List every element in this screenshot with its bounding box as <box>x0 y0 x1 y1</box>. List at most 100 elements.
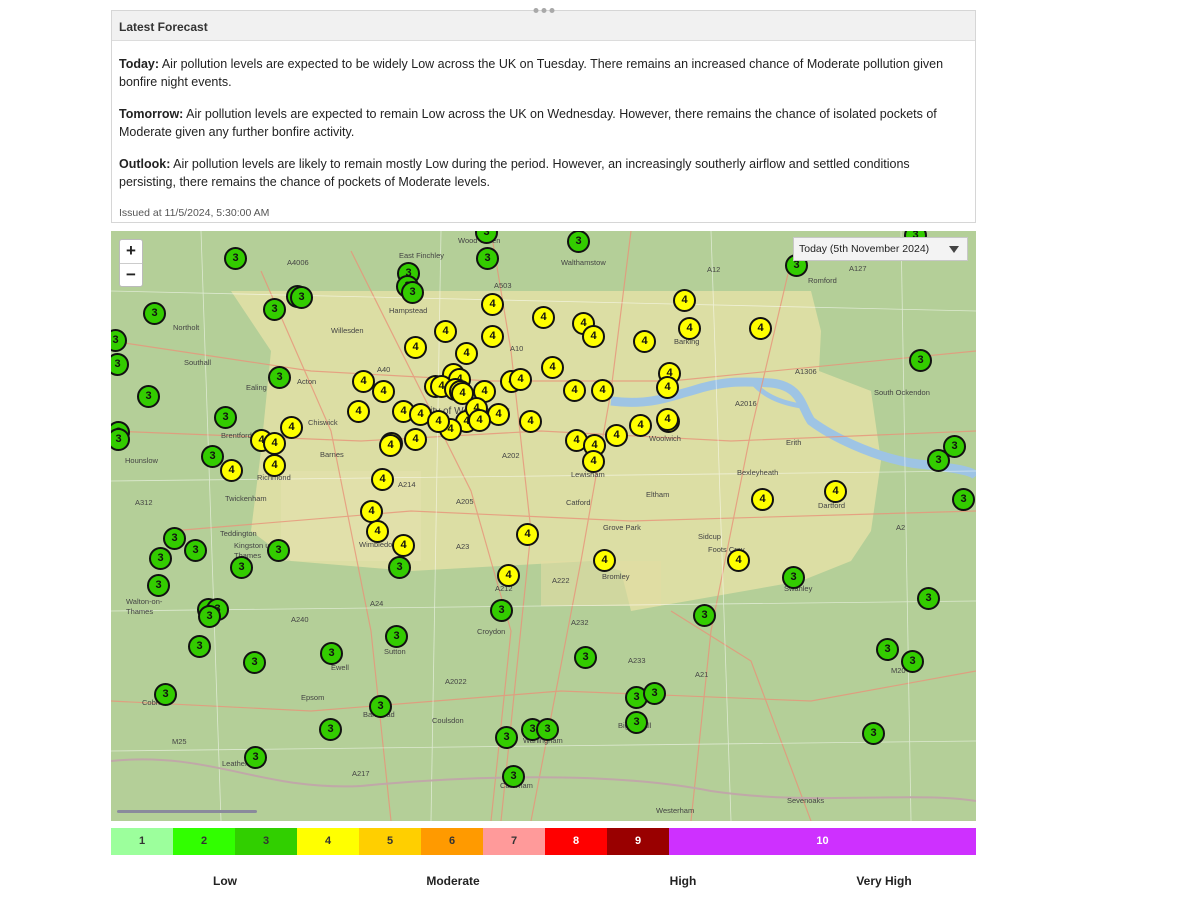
aq-marker[interactable]: 4 <box>347 400 370 423</box>
aq-marker[interactable]: 4 <box>656 408 679 431</box>
aq-marker[interactable]: 4 <box>371 468 394 491</box>
pollution-map[interactable]: East Finchley Wood Green Walthamstow Rom… <box>111 231 976 821</box>
aq-marker[interactable]: 4 <box>220 459 243 482</box>
aq-marker[interactable]: 3 <box>149 547 172 570</box>
aq-marker[interactable]: 4 <box>582 450 605 473</box>
aq-marker[interactable]: 4 <box>727 549 750 572</box>
aq-marker[interactable]: 4 <box>582 325 605 348</box>
aq-marker[interactable]: 3 <box>137 385 160 408</box>
aq-marker[interactable]: 4 <box>455 342 478 365</box>
aq-marker[interactable]: 3 <box>320 642 343 665</box>
aq-marker[interactable]: 4 <box>404 336 427 359</box>
aq-marker[interactable]: 4 <box>497 564 520 587</box>
aq-marker[interactable]: 3 <box>927 449 950 472</box>
aq-marker[interactable]: 4 <box>605 424 628 447</box>
aq-marker[interactable]: 3 <box>143 302 166 325</box>
aq-marker[interactable]: 3 <box>243 651 266 674</box>
aq-marker[interactable]: 3 <box>369 695 392 718</box>
forecast-today: Today: Air pollution levels are expected… <box>119 55 968 91</box>
aq-marker[interactable]: 4 <box>591 379 614 402</box>
map-label-barnes: Barnes <box>320 450 344 459</box>
aq-marker[interactable]: 3 <box>385 625 408 648</box>
aq-marker[interactable]: 4 <box>519 410 542 433</box>
aq-marker[interactable]: 3 <box>214 406 237 429</box>
aq-marker[interactable]: 3 <box>476 247 499 270</box>
aq-marker[interactable]: 3 <box>224 247 247 270</box>
tomorrow-text: Air pollution levels are expected to rem… <box>119 107 937 139</box>
legend-band: 1 <box>111 828 173 855</box>
aq-marker[interactable]: 3 <box>290 286 313 309</box>
aq-marker[interactable]: 4 <box>481 293 504 316</box>
aq-marker[interactable]: 4 <box>673 289 696 312</box>
aq-marker[interactable]: 3 <box>876 638 899 661</box>
aq-marker[interactable]: 4 <box>263 432 286 455</box>
aq-marker[interactable]: 4 <box>749 317 772 340</box>
aq-marker[interactable]: 3 <box>188 635 211 658</box>
aq-marker[interactable]: 4 <box>656 376 679 399</box>
aq-marker[interactable]: 3 <box>909 349 932 372</box>
aq-marker[interactable]: 3 <box>862 722 885 745</box>
aq-marker[interactable]: 3 <box>495 726 518 749</box>
aq-marker[interactable]: 4 <box>516 523 539 546</box>
aq-marker[interactable]: 3 <box>263 298 286 321</box>
map-label-a21: A21 <box>695 670 709 679</box>
aq-marker[interactable]: 4 <box>263 454 286 477</box>
drag-handle[interactable] <box>533 8 554 13</box>
aq-marker[interactable]: 4 <box>824 480 847 503</box>
aq-marker[interactable]: 3 <box>268 366 291 389</box>
aq-marker[interactable]: 3 <box>490 599 513 622</box>
aq-marker[interactable]: 3 <box>154 683 177 706</box>
map-label-grove-park: Grove Park <box>603 523 641 532</box>
pollution-legend: 1 2 3 4 5 6 7 8 9 10 <box>111 828 976 855</box>
map-label-south-ockendon: South Ockendon <box>874 388 930 397</box>
day-select-value: Today (5th November 2024) <box>799 243 930 255</box>
aq-marker[interactable]: 4 <box>392 534 415 557</box>
map-scrollbar[interactable] <box>117 810 257 813</box>
chevron-down-icon <box>949 246 959 253</box>
aq-marker[interactable]: 3 <box>198 605 221 628</box>
aq-marker[interactable]: 3 <box>244 746 267 769</box>
aq-marker[interactable]: 4 <box>532 306 555 329</box>
day-select[interactable]: Today (5th November 2024) <box>793 237 968 261</box>
aq-marker[interactable]: 4 <box>751 488 774 511</box>
aq-marker[interactable]: 3 <box>147 574 170 597</box>
aq-marker[interactable]: 4 <box>468 409 491 432</box>
aq-marker[interactable]: 4 <box>366 520 389 543</box>
aq-marker[interactable]: 4 <box>481 325 504 348</box>
zoom-in-button[interactable]: + <box>120 240 142 263</box>
aq-marker[interactable]: 3 <box>401 281 424 304</box>
zoom-out-button[interactable]: − <box>120 263 142 286</box>
aq-marker[interactable]: 3 <box>319 718 342 741</box>
legend-band: 2 <box>173 828 235 855</box>
aq-marker[interactable]: 4 <box>678 317 701 340</box>
aq-marker[interactable]: 3 <box>184 539 207 562</box>
aq-marker[interactable]: 3 <box>163 527 186 550</box>
aq-marker[interactable]: 3 <box>625 711 648 734</box>
aq-marker[interactable]: 3 <box>917 587 940 610</box>
aq-marker[interactable]: 4 <box>629 414 652 437</box>
aq-marker[interactable]: 4 <box>593 549 616 572</box>
aq-marker[interactable]: 4 <box>434 320 457 343</box>
aq-marker[interactable]: 4 <box>427 410 450 433</box>
aq-marker[interactable]: 4 <box>541 356 564 379</box>
aq-marker[interactable]: 3 <box>567 231 590 253</box>
aq-marker[interactable]: 3 <box>267 539 290 562</box>
aq-marker[interactable]: 4 <box>404 428 427 451</box>
aq-marker[interactable]: 3 <box>536 718 559 741</box>
aq-marker[interactable]: 3 <box>693 604 716 627</box>
aq-marker[interactable]: 3 <box>574 646 597 669</box>
aq-marker[interactable]: 4 <box>509 368 532 391</box>
aq-marker[interactable]: 4 <box>633 330 656 353</box>
aq-marker[interactable]: 3 <box>952 488 975 511</box>
aq-marker[interactable]: 3 <box>901 650 924 673</box>
aq-marker[interactable]: 3 <box>388 556 411 579</box>
aq-marker[interactable]: 3 <box>643 682 666 705</box>
aq-marker[interactable]: 4 <box>563 379 586 402</box>
map-label-southall: Southall <box>184 358 212 367</box>
aq-marker[interactable]: 3 <box>782 566 805 589</box>
aq-marker[interactable]: 4 <box>379 434 402 457</box>
aq-marker[interactable]: 3 <box>230 556 253 579</box>
map-label-erith: Erith <box>786 438 802 447</box>
aq-marker[interactable]: 4 <box>372 380 395 403</box>
aq-marker[interactable]: 3 <box>502 765 525 788</box>
